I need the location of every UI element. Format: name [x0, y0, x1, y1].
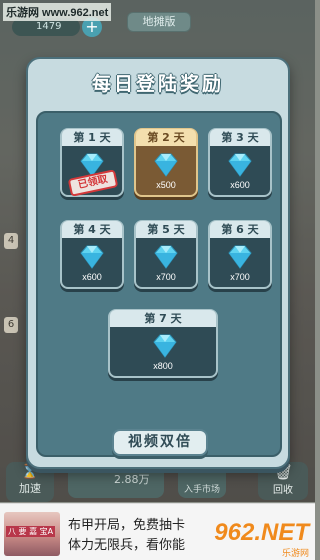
diamond-icon [228, 153, 252, 177]
day-3-card[interactable]: 第 3 天 x600 [208, 128, 272, 197]
day-label: 第 6 天 [210, 221, 270, 238]
day-1-card[interactable]: 第 1 天 已领取 [60, 128, 124, 197]
day-6-card[interactable]: 第 6 天 x700 [208, 220, 272, 289]
site-watermark: 乐游网 www.962.net [3, 3, 112, 21]
day-2-card[interactable]: 第 2 天 x500 [134, 128, 198, 197]
day-label: 第 1 天 [62, 129, 122, 146]
reward-amount: x700 [230, 272, 250, 282]
reward-amount: x600 [230, 180, 250, 190]
reward-amount: x500 [156, 180, 176, 190]
diamond-icon [154, 245, 178, 269]
day-4-card[interactable]: 第 4 天 x600 [60, 220, 124, 289]
site-logo-subtitle: 乐游网 [281, 549, 309, 559]
claimed-stamp: 已领取 [67, 169, 119, 197]
slot-number: 4 [4, 233, 18, 249]
diamond-icon [228, 245, 252, 269]
day-5-card[interactable]: 第 5 天 x700 [134, 220, 198, 289]
site-logo: 962.NET [214, 519, 309, 546]
diamond-icon [154, 153, 178, 177]
diamond-icon [80, 245, 104, 269]
reward-amount: x800 [153, 361, 173, 371]
day-label: 第 4 天 [62, 221, 122, 238]
daily-login-dialog: 每日登陆奖励 第 1 天 已领取 第 2 天 x500 第 3 天 x600 第… [26, 57, 290, 469]
map-label[interactable]: 地摊版 [127, 12, 191, 32]
ad-banner[interactable]: 八 要 嘉 宝A 布甲开局，免费抽卡 体力无限兵，看你能 962.NET 乐游网 [0, 503, 315, 560]
ad-text-line: 布甲开局，免费抽卡 [68, 518, 186, 533]
day-label: 第 5 天 [136, 221, 196, 238]
day-label: 第 2 天 [136, 129, 196, 146]
reward-amount: x700 [156, 272, 176, 282]
day-label: 第 3 天 [210, 129, 270, 146]
day-label: 第 7 天 [110, 310, 216, 327]
diamond-icon [153, 334, 177, 358]
slot-number: 6 [4, 317, 18, 333]
reward-amount: x600 [82, 272, 102, 282]
ad-thumbnail-label: 八 要 嘉 宝A [6, 526, 56, 537]
day-7-card[interactable]: 第 7 天 x800 [108, 309, 218, 378]
video-double-button[interactable]: 视频双倍 [112, 429, 208, 456]
ad-text-line: 体力无限兵，看你能 [68, 538, 186, 553]
dialog-title: 每日登陆奖励 [91, 73, 224, 95]
